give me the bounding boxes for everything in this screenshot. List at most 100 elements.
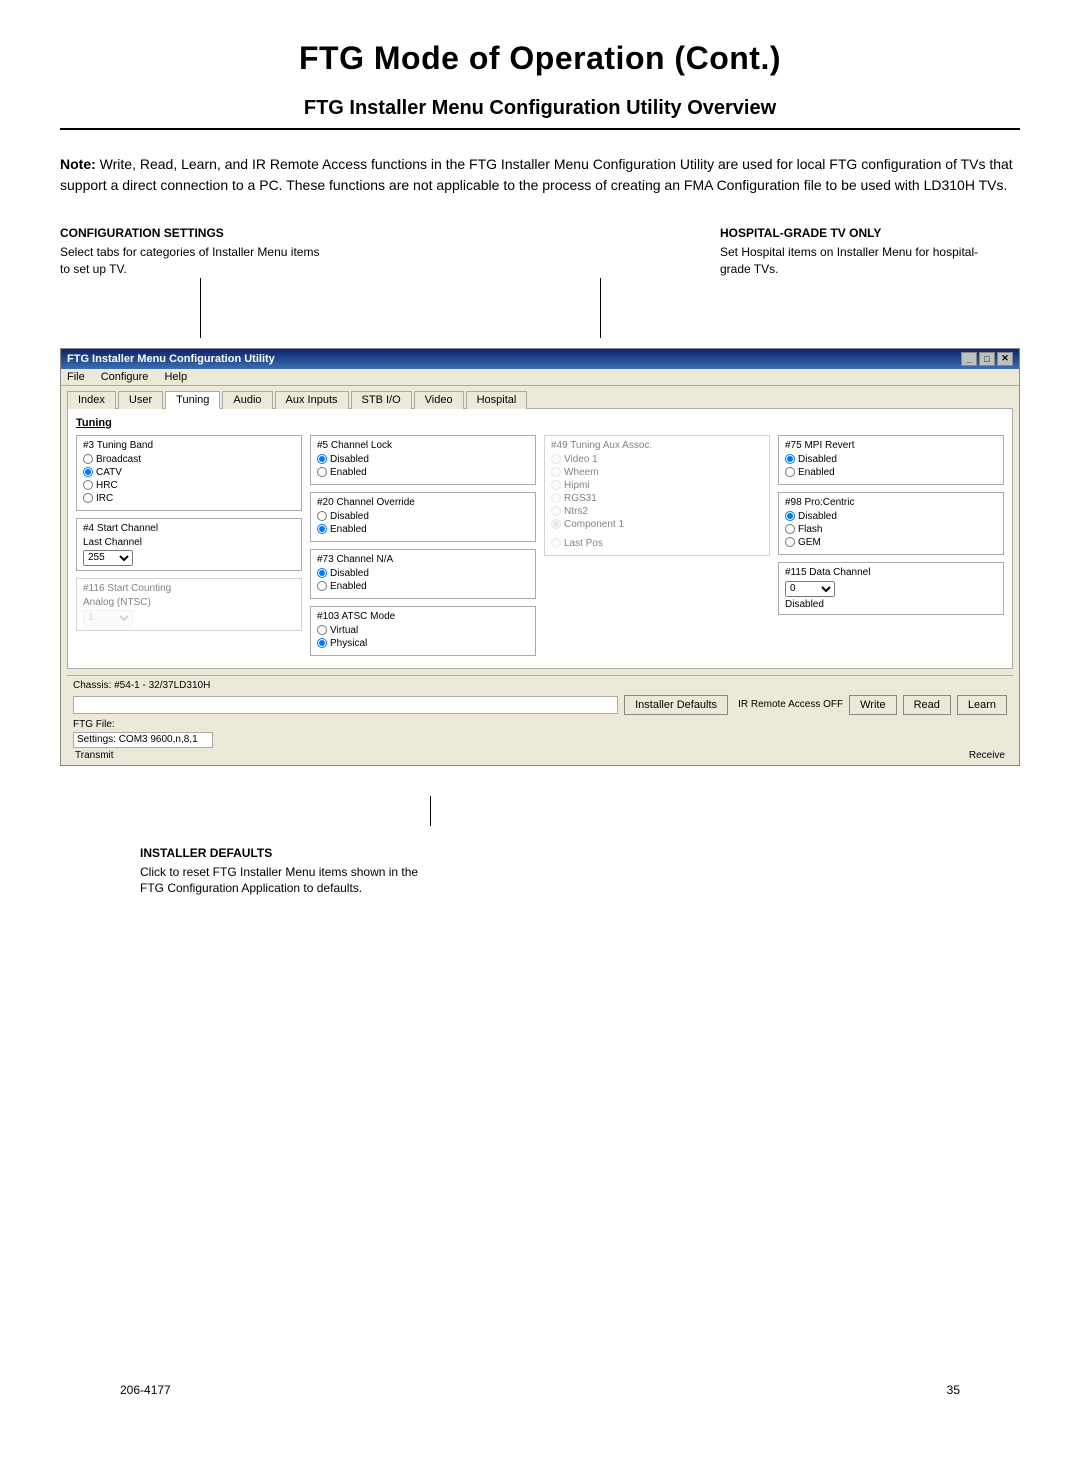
pro-centric-group: #98 Pro:Centric Disabled Flash <box>778 492 1004 555</box>
ntrs2-row: Ntrs2 <box>551 506 763 517</box>
pro-disabled-radio[interactable] <box>785 511 795 521</box>
tuning-col-3: #49 Tuning Aux Assoc. Video 1 Wheem <box>544 435 770 660</box>
mpi-disabled-label: Disabled <box>798 454 837 465</box>
ch-override-disabled-label: Disabled <box>330 511 369 522</box>
analog-ntsc-label: Analog (NTSC) <box>83 597 295 608</box>
pro-flash-radio[interactable] <box>785 524 795 534</box>
minimize-button[interactable]: _ <box>961 352 977 366</box>
hospital-grade-title: HOSPITAL-GRADE TV ONLY <box>720 226 980 240</box>
mpi-revert-title: #75 MPI Revert <box>785 440 997 451</box>
pro-gem-radio[interactable] <box>785 537 795 547</box>
pro-flash-row: Flash <box>785 524 997 535</box>
atsc-virtual-label: Virtual <box>330 625 358 636</box>
menu-configure[interactable]: Configure <box>101 371 149 383</box>
ch-na-disabled-radio[interactable] <box>317 568 327 578</box>
receive-label: Receive <box>969 750 1005 761</box>
irc-radio[interactable] <box>83 493 93 503</box>
catv-label: CATV <box>96 467 122 478</box>
installer-defaults-annotation-title: INSTALLER DEFAULTS <box>140 846 420 860</box>
ntrs2-radio[interactable] <box>551 506 561 516</box>
ch-na-enabled-radio[interactable] <box>317 581 327 591</box>
mpi-enabled-row: Enabled <box>785 467 997 478</box>
tab-video[interactable]: Video <box>414 391 464 409</box>
hospital-grade-text: Set Hospital items on Installer Menu for… <box>720 244 980 278</box>
rgs31-label: RGS31 <box>564 493 597 504</box>
read-button[interactable]: Read <box>903 695 951 715</box>
tuning-aux-group: #49 Tuning Aux Assoc. Video 1 Wheem <box>544 435 770 556</box>
tab-stb-io[interactable]: STB I/O <box>351 391 412 409</box>
page-footer: 206-4177 35 <box>120 1383 960 1397</box>
left-pointer-line <box>200 278 201 338</box>
ch-override-disabled-radio[interactable] <box>317 511 327 521</box>
tab-hospital[interactable]: Hospital <box>466 391 528 409</box>
start-channel-select[interactable]: 255 <box>83 550 133 566</box>
window-controls: _ □ ✕ <box>961 352 1013 366</box>
annotation-hospital: HOSPITAL-GRADE TV ONLY Set Hospital item… <box>700 226 980 278</box>
transmit-receive-row: Transmit Receive <box>73 750 1007 761</box>
installer-defaults-annotation: INSTALLER DEFAULTS Click to reset FTG In… <box>140 846 420 898</box>
bottom-text-input[interactable] <box>73 696 618 714</box>
window-frame: FTG Installer Menu Configuration Utility… <box>60 348 1020 766</box>
tab-tuning[interactable]: Tuning <box>165 391 220 409</box>
footer-left: 206-4177 <box>120 1383 171 1397</box>
installer-defaults-button[interactable]: Installer Defaults <box>624 695 728 715</box>
ch-override-enabled-row: Enabled <box>317 524 529 535</box>
start-count-select[interactable]: 1 <box>83 610 133 626</box>
hipmi-radio[interactable] <box>551 480 561 490</box>
annotation-config: CONFIGURATION SETTINGS Select tabs for c… <box>60 226 340 278</box>
lastpos-radio[interactable] <box>551 538 561 548</box>
atsc-virtual-row: Virtual <box>317 625 529 636</box>
atsc-physical-label: Physical <box>330 638 367 649</box>
wheem-label: Wheem <box>564 467 598 478</box>
atsc-virtual-radio[interactable] <box>317 625 327 635</box>
window-title: FTG Installer Menu Configuration Utility <box>67 353 275 365</box>
pro-flash-label: Flash <box>798 524 822 535</box>
pro-gem-label: GEM <box>798 537 821 548</box>
hipmi-row: Hipmi <box>551 480 763 491</box>
close-button[interactable]: ✕ <box>997 352 1013 366</box>
ch-na-disabled-label: Disabled <box>330 568 369 579</box>
tuning-options-grid: #3 Tuning Band Broadcast CATV <box>76 435 1004 660</box>
hrc-radio[interactable] <box>83 480 93 490</box>
start-counting-title: #116 Start Counting <box>83 583 295 594</box>
component-label: Component 1 <box>564 519 624 530</box>
settings-input[interactable] <box>73 732 213 748</box>
data-channel-disabled-label: Disabled <box>785 599 997 610</box>
note-paragraph: Note: Write, Read, Learn, and IR Remote … <box>60 154 1020 196</box>
mpi-revert-group: #75 MPI Revert Disabled Enabled <box>778 435 1004 485</box>
tab-audio[interactable]: Audio <box>222 391 272 409</box>
menu-help[interactable]: Help <box>164 371 187 383</box>
tuning-col-4: #75 MPI Revert Disabled Enabled #9 <box>778 435 1004 660</box>
title-divider <box>60 128 1020 130</box>
video1-radio[interactable] <box>551 454 561 464</box>
catv-radio[interactable] <box>83 467 93 477</box>
rgs31-radio[interactable] <box>551 493 561 503</box>
ch-override-enabled-radio[interactable] <box>317 524 327 534</box>
tab-index[interactable]: Index <box>67 391 116 409</box>
menu-file[interactable]: File <box>67 371 85 383</box>
tab-aux-inputs[interactable]: Aux Inputs <box>275 391 349 409</box>
app-window: FTG Installer Menu Configuration Utility… <box>60 348 1020 766</box>
channel-lock-disabled-row: Disabled <box>317 454 529 465</box>
channel-lock-enabled-row: Enabled <box>317 467 529 478</box>
video1-row: Video 1 <box>551 454 763 465</box>
tab-user[interactable]: User <box>118 391 163 409</box>
pointer-lines-area <box>60 278 1020 338</box>
broadcast-radio[interactable] <box>83 454 93 464</box>
component-radio[interactable] <box>551 519 561 529</box>
wheem-radio[interactable] <box>551 467 561 477</box>
data-channel-select[interactable]: 0 <box>785 581 835 597</box>
channel-override-group: #20 Channel Override Disabled Enabled <box>310 492 536 542</box>
ch-na-enabled-row: Enabled <box>317 581 529 592</box>
mpi-enabled-label: Enabled <box>798 467 835 478</box>
note-label: Note: <box>60 156 96 172</box>
learn-button[interactable]: Learn <box>957 695 1007 715</box>
channel-lock-enabled-radio[interactable] <box>317 467 327 477</box>
mpi-enabled-radio[interactable] <box>785 467 795 477</box>
write-button[interactable]: Write <box>849 695 896 715</box>
mpi-disabled-radio[interactable] <box>785 454 795 464</box>
lastpos-label: Last Pos <box>564 538 603 549</box>
channel-lock-disabled-radio[interactable] <box>317 454 327 464</box>
maximize-button[interactable]: □ <box>979 352 995 366</box>
atsc-physical-radio[interactable] <box>317 638 327 648</box>
